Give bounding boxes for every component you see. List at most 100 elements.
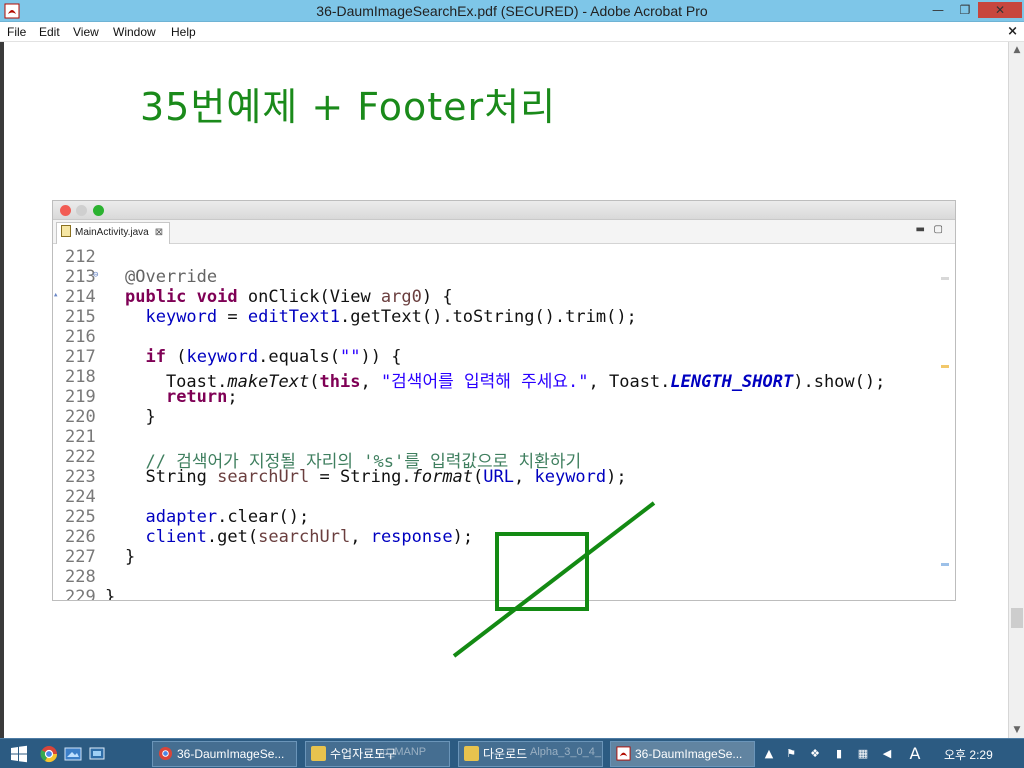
line-number: 228 (65, 567, 96, 587)
taskbar: 36-DaumImageSe... 수업자료도구 up_MANP 다운로드 Al… (0, 738, 1024, 768)
override-marker-icon: ▴ (53, 290, 59, 300)
ghost-label: up_MANP (376, 746, 427, 758)
java-file-icon (61, 225, 71, 237)
code-text: if (keyword.equals("")) { (145, 347, 402, 367)
title-bar: 36-DaumImageSearchEx.pdf (SECURED) - Ado… (0, 0, 1024, 22)
tray-expand-icon[interactable]: ▲ (762, 747, 776, 761)
code-line: 220 } (53, 407, 955, 427)
power-icon[interactable]: ▮ (832, 747, 846, 761)
pdf-icon (616, 746, 631, 761)
slide-title: 35번예제 + Footer처리 (140, 85, 557, 129)
minimize-button[interactable]: — (928, 2, 948, 18)
annotation-strike-line (452, 501, 656, 658)
code-text: keyword = editText1.getText().toString()… (145, 307, 637, 327)
network-app-icon[interactable] (88, 745, 106, 763)
code-text: @Override (125, 267, 218, 287)
menu-file[interactable]: File (7, 25, 26, 39)
minimize-light-icon (76, 205, 87, 216)
chrome-icon[interactable] (40, 745, 58, 763)
tab-main-activity: MainActivity.java ⊠ (56, 222, 171, 244)
code-text: client.get(searchUrl, response); (145, 527, 474, 547)
line-number: 218 (65, 367, 96, 387)
annotation-box (495, 532, 589, 611)
task-label: 다운로드 (483, 747, 528, 761)
line-number: 212 (65, 247, 96, 267)
line-number: 220 (65, 407, 96, 427)
code-text: adapter.clear(); (145, 507, 310, 527)
ruler-mark (941, 277, 949, 280)
window-title: 36-DaumImageSearchEx.pdf (SECURED) - Ado… (316, 3, 708, 19)
fold-marker-icon: ⊖ (93, 270, 99, 280)
view-minimize-icon: ▬ (915, 224, 925, 235)
zoom-light-icon (93, 205, 104, 216)
view-maximize-icon: ▢ (933, 224, 943, 235)
code-line: 214 ▴ public void onClick(View arg0) { (53, 287, 955, 307)
line-number: 226 (65, 527, 96, 547)
code-line: 215 keyword = editText1.getText().toStri… (53, 307, 955, 327)
folder-icon (311, 746, 326, 761)
desktop-app-icon[interactable] (64, 745, 82, 763)
input-language-icon[interactable]: A (906, 746, 924, 762)
volume-icon[interactable]: ◀ (880, 747, 894, 761)
code-line: 219 return; (53, 387, 955, 407)
code-line: 223 String searchUrl = String.format(URL… (53, 467, 955, 487)
vertical-scrollbar[interactable]: ▲ ▼ (1008, 42, 1024, 738)
restore-button[interactable]: ❐ (955, 2, 975, 18)
code-text: String searchUrl = String.format(URL, ke… (125, 467, 627, 487)
menu-view[interactable]: View (73, 25, 99, 39)
clock[interactable]: 오후 2:29 (944, 746, 993, 763)
line-number: 223 (65, 467, 96, 487)
menu-help[interactable]: Help (171, 25, 196, 39)
code-line: 221 (53, 427, 955, 447)
editor-window-titlebar (53, 201, 955, 220)
windows-start-icon[interactable] (10, 745, 28, 763)
task-label: 36-DaumImageSe... (177, 747, 285, 761)
close-document-icon[interactable]: × (1007, 24, 1018, 39)
code-line: 212 (53, 247, 955, 267)
code-line: 222 // 검색어가 지정될 자리의 '%s'를 입력값으로 치환하기 (53, 447, 955, 472)
scroll-thumb[interactable] (1011, 608, 1023, 628)
menu-bar: File Edit View Window Help × (0, 22, 1024, 42)
code-text: } (125, 547, 136, 567)
tab-label: MainActivity.java (75, 227, 149, 238)
folder-icon (464, 746, 479, 761)
code-line: 217 if (keyword.equals("")) { (53, 347, 955, 367)
code-text: public void onClick(View arg0) { (125, 287, 453, 307)
line-number: 214 (65, 287, 96, 307)
ruler-mark (941, 563, 949, 566)
ruler-warning-mark (941, 365, 949, 368)
line-number: 229 (65, 587, 96, 601)
tab-close-icon: ⊠ (154, 227, 164, 238)
taskbar-chrome-window[interactable]: 36-DaumImageSe... (152, 741, 297, 767)
line-number: 225 (65, 507, 96, 527)
ghost-label: Alpha_3_0_4_ (530, 746, 601, 758)
flag-icon[interactable]: ⚑ (784, 747, 798, 761)
dropbox-icon[interactable]: ❖ (808, 747, 822, 761)
line-number: 213 (65, 267, 96, 287)
scroll-up-icon[interactable]: ▲ (1009, 42, 1024, 58)
code-line: 213 ⊖ @Override (53, 267, 955, 287)
code-text: } (105, 587, 116, 601)
editor-tab-bar: MainActivity.java ⊠ ▬ ▢ (53, 220, 955, 244)
line-number: 217 (65, 347, 96, 367)
overview-ruler (941, 247, 949, 597)
chrome-icon (158, 746, 173, 761)
line-number: 222 (65, 447, 96, 467)
line-number: 224 (65, 487, 96, 507)
code-text: } (125, 407, 156, 427)
network-icon[interactable]: ▦ (856, 747, 870, 761)
menu-edit[interactable]: Edit (39, 25, 60, 39)
task-label: 36-DaumImageSe... (635, 747, 743, 761)
close-light-icon (60, 205, 71, 216)
close-button[interactable]: ✕ (978, 2, 1022, 18)
scroll-down-icon[interactable]: ▼ (1009, 722, 1024, 738)
line-number: 221 (65, 427, 96, 447)
line-number: 219 (65, 387, 96, 407)
line-number: 215 (65, 307, 96, 327)
menu-window[interactable]: Window (113, 25, 156, 39)
code-text: return; (165, 387, 238, 407)
line-number: 216 (65, 327, 96, 347)
taskbar-acrobat-window[interactable]: 36-DaumImageSe... (610, 741, 755, 767)
code-line: 216 (53, 327, 955, 347)
line-number: 227 (65, 547, 96, 567)
